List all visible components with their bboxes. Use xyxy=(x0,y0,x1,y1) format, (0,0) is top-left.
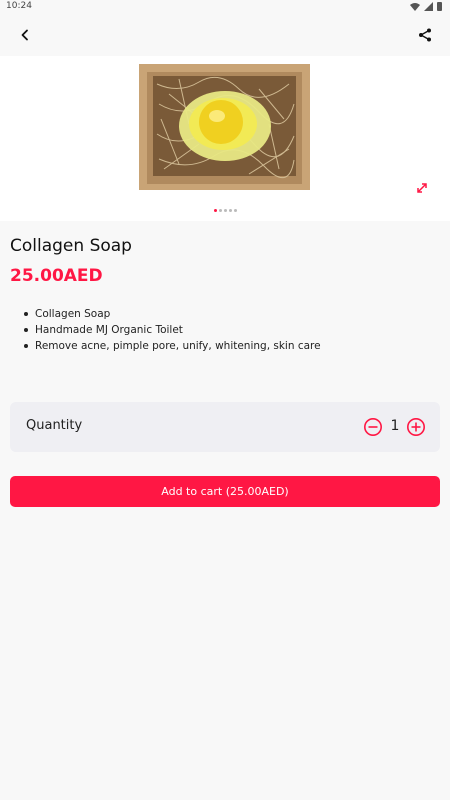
feature-item: Collagen Soap xyxy=(22,306,321,322)
gallery-dot[interactable] xyxy=(213,209,217,212)
status-icons xyxy=(410,2,442,11)
app-bar xyxy=(0,14,450,56)
back-arrow-icon xyxy=(21,29,28,41)
share-icon xyxy=(419,28,431,42)
wifi-icon xyxy=(410,2,420,11)
expand-icon xyxy=(417,183,427,193)
status-time: 10:24 xyxy=(6,1,32,11)
status-bar: 10:24 xyxy=(0,0,450,14)
signal-icon xyxy=(424,2,433,11)
gallery-page-indicator xyxy=(0,209,450,212)
gallery-dot[interactable] xyxy=(233,209,237,212)
back-button[interactable] xyxy=(14,24,36,46)
feature-item: Handmade MJ Organic Toilet xyxy=(22,322,321,338)
plus-circle-icon[interactable] xyxy=(406,417,426,437)
product-image-gallery[interactable] xyxy=(0,56,450,221)
gallery-dot[interactable] xyxy=(228,209,232,212)
expand-button[interactable] xyxy=(410,176,434,200)
battery-icon xyxy=(437,2,442,11)
product-features-list: Collagen Soap Handmade MJ Organic Toilet… xyxy=(22,306,321,354)
gallery-dot[interactable] xyxy=(218,209,222,212)
share-button[interactable] xyxy=(414,24,436,46)
gallery-dot[interactable] xyxy=(223,209,227,212)
minus-circle-icon[interactable] xyxy=(363,417,383,437)
feature-item: Remove acne, pimple pore, unify, whiteni… xyxy=(22,338,321,354)
product-image[interactable] xyxy=(139,64,310,190)
add-to-cart-button[interactable]: Add to cart (25.00AED) xyxy=(10,476,440,507)
quantity-label: Quantity xyxy=(26,418,83,433)
quantity-selector: Quantity 1 xyxy=(10,402,440,452)
quantity-value: 1 xyxy=(390,418,400,434)
product-title: Collagen Soap xyxy=(10,236,132,256)
product-price: 25.00AED xyxy=(10,266,103,286)
